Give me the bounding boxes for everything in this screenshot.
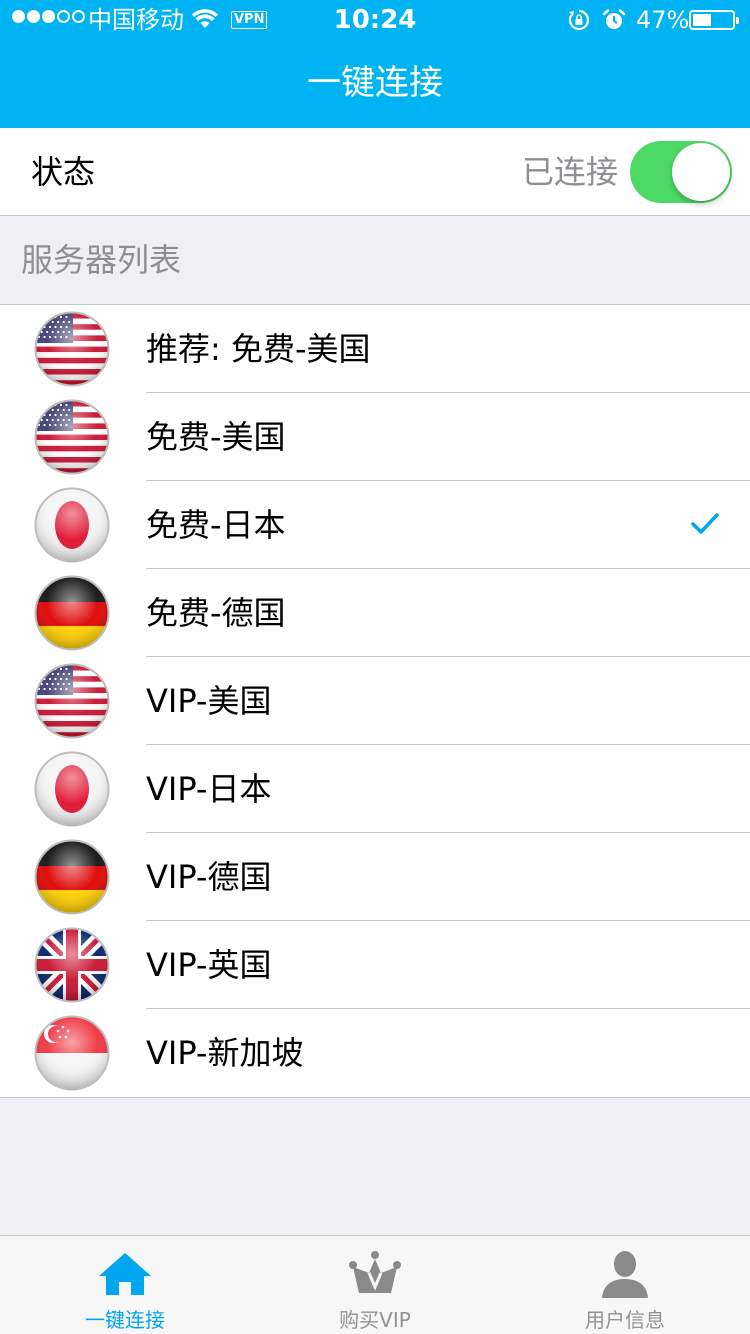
navigation-header: 中国移动 VPN 10:24 47% 一键连接 <box>0 0 750 128</box>
us-flag-icon <box>34 663 110 739</box>
connection-status-row: 状态 已连接 <box>0 128 750 216</box>
user-icon <box>602 1251 648 1298</box>
server-name: VIP-英国 <box>146 946 272 984</box>
server-name: 免费-日本 <box>146 506 286 544</box>
tab-label: 用户信息 <box>585 1308 665 1332</box>
server-name: 免费-美国 <box>146 418 286 456</box>
checkmark-icon <box>691 513 719 534</box>
tab-buy-vip[interactable]: 购买VIP <box>250 1236 500 1334</box>
server-name: VIP-日本 <box>146 770 272 808</box>
us-flag-icon <box>34 311 110 387</box>
server-name: 推荐: 免费-美国 <box>146 330 371 368</box>
home-icon <box>99 1253 151 1295</box>
server-row[interactable]: 免费-美国 <box>0 393 750 481</box>
status-bar: 中国移动 VPN 10:24 47% <box>0 0 750 40</box>
server-row[interactable]: VIP-新加坡 <box>0 1009 750 1097</box>
battery-icon <box>689 10 739 30</box>
tab-label: 购买VIP <box>339 1308 411 1332</box>
de-flag-icon <box>34 839 110 915</box>
jp-flag-icon <box>34 487 110 563</box>
server-row[interactable]: 免费-日本 <box>0 481 750 569</box>
server-name: 免费-德国 <box>146 594 286 632</box>
jp-flag-icon <box>34 751 110 827</box>
server-row[interactable]: 免费-德国 <box>0 569 750 657</box>
crown-icon <box>349 1251 401 1293</box>
tab-bar: 一键连接 购买VIP 用户信息 <box>0 1235 750 1334</box>
server-list: 推荐: 免费-美国 免费-美国 免费-日本 免费-德国 VIP-美国 VIP-日… <box>0 304 750 1098</box>
tab-label: 一键连接 <box>85 1308 165 1332</box>
sg-flag-icon <box>34 1015 110 1091</box>
server-row[interactable]: VIP-英国 <box>0 921 750 1009</box>
server-row[interactable]: VIP-美国 <box>0 657 750 745</box>
us-flag-icon <box>34 399 110 475</box>
server-row[interactable]: VIP-日本 <box>0 745 750 833</box>
status-label: 状态 <box>31 153 96 191</box>
status-value: 已连接 <box>521 153 618 191</box>
server-name: VIP-新加坡 <box>146 1034 304 1072</box>
uk-flag-icon <box>34 927 110 1003</box>
server-row[interactable]: VIP-德国 <box>0 833 750 921</box>
server-name: VIP-德国 <box>146 858 272 896</box>
battery-percent: 47% <box>636 6 690 34</box>
alarm-icon <box>602 9 626 29</box>
toggle-knob <box>672 143 730 201</box>
connection-toggle[interactable] <box>630 141 732 203</box>
tab-connect[interactable]: 一键连接 <box>0 1236 250 1334</box>
page-title: 一键连接 <box>307 63 443 103</box>
server-list-section-header: 服务器列表 <box>0 216 750 304</box>
section-title: 服务器列表 <box>21 241 182 279</box>
tab-user-info[interactable]: 用户信息 <box>500 1236 750 1334</box>
server-row[interactable]: 推荐: 免费-美国 <box>0 305 750 393</box>
server-name: VIP-美国 <box>146 682 272 720</box>
de-flag-icon <box>34 575 110 651</box>
rotation-lock-icon <box>568 9 590 31</box>
